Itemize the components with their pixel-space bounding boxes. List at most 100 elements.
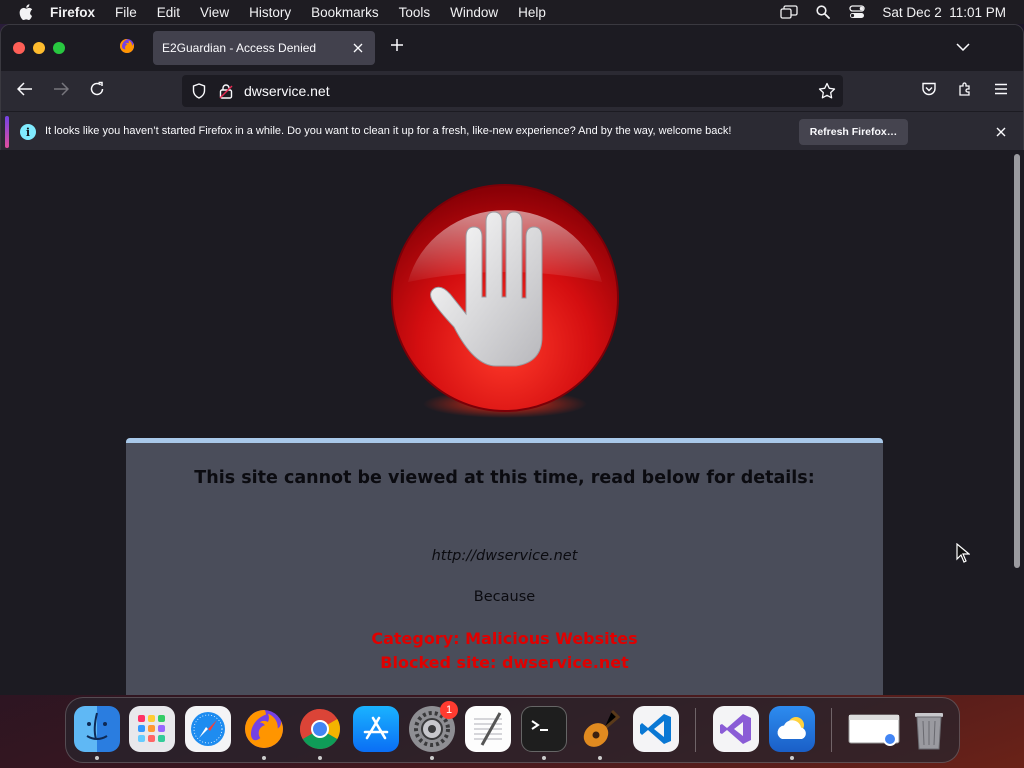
window-thumbnail-icon xyxy=(848,714,900,746)
menubar-clock[interactable]: Sat Dec 2 11:01 PM xyxy=(882,5,1006,20)
menu-tools[interactable]: Tools xyxy=(399,5,431,20)
tab-bar: E2Guardian - Access Denied xyxy=(1,25,1023,71)
launchpad-icon xyxy=(138,715,165,742)
shield-icon[interactable] xyxy=(190,82,208,100)
app-store-icon xyxy=(363,716,389,740)
url-text[interactable]: dwservice.net xyxy=(244,83,330,99)
vscode-icon xyxy=(640,714,671,744)
page-content: This site cannot be viewed at this time,… xyxy=(0,150,1010,695)
page-title: This site cannot be viewed at this time,… xyxy=(194,468,815,488)
dock-launchpad[interactable] xyxy=(129,706,175,752)
hamburger-menu-icon xyxy=(994,82,1008,100)
block-category: Category: Malicious Websites xyxy=(371,629,638,648)
navigation-toolbar: dwservice.net xyxy=(1,71,1023,111)
close-notification-icon[interactable] xyxy=(993,124,1009,140)
notification-bar: i It looks like you haven’t started Fire… xyxy=(1,111,1023,151)
plus-icon xyxy=(390,38,404,57)
dock-app-store[interactable] xyxy=(353,706,399,752)
scrollbar-thumb[interactable] xyxy=(1014,154,1020,568)
blocked-url: http://dwservice.net xyxy=(431,548,578,564)
dock-weather[interactable] xyxy=(769,706,815,752)
block-details-panel: This site cannot be viewed at this time,… xyxy=(126,438,883,695)
page-scrollbar[interactable] xyxy=(1010,150,1024,695)
screen-mirroring-icon[interactable] xyxy=(780,5,799,19)
chrome-icon xyxy=(300,709,340,749)
trash-icon xyxy=(915,713,943,750)
firefox-icon xyxy=(119,38,135,59)
because-label: Because xyxy=(473,589,536,605)
pinned-tab-firefox[interactable] xyxy=(111,33,143,63)
firefox-icon xyxy=(245,710,283,748)
dock: 1 xyxy=(65,697,960,763)
dock-firefox[interactable] xyxy=(241,706,287,752)
dock-visual-studio[interactable] xyxy=(713,706,759,752)
dock-garageband[interactable] xyxy=(577,706,623,752)
running-indicator xyxy=(542,756,546,760)
visual-studio-icon xyxy=(720,714,751,744)
forward-button[interactable] xyxy=(49,79,73,103)
menu-history[interactable]: History xyxy=(249,5,291,20)
new-tab-button[interactable] xyxy=(387,37,407,57)
reload-icon xyxy=(89,81,105,102)
bookmark-star-icon[interactable] xyxy=(817,81,837,101)
pocket-icon xyxy=(921,81,937,102)
menu-app-name[interactable]: Firefox xyxy=(50,5,95,20)
dock-trash[interactable] xyxy=(906,706,952,752)
textedit-icon xyxy=(474,712,502,746)
running-indicator xyxy=(430,756,434,760)
running-indicator xyxy=(95,756,99,760)
lock-icon[interactable] xyxy=(218,82,234,100)
menu-help[interactable]: Help xyxy=(518,5,546,20)
refresh-firefox-button[interactable]: Refresh Firefox… xyxy=(799,119,908,145)
dock-separator xyxy=(695,708,696,752)
back-button[interactable] xyxy=(13,79,37,103)
stop-hand-icon xyxy=(388,182,622,422)
mouse-pointer-icon xyxy=(956,542,971,563)
dock-finder[interactable] xyxy=(74,706,120,752)
spotlight-search-icon[interactable] xyxy=(814,5,832,19)
menu-bar: Firefox File Edit View History Bookmarks… xyxy=(0,0,1024,24)
close-tab-icon[interactable] xyxy=(350,40,366,56)
close-window-button[interactable] xyxy=(13,42,25,54)
menu-edit[interactable]: Edit xyxy=(157,5,180,20)
dock-separator xyxy=(831,708,832,752)
safari-compass-icon xyxy=(191,712,225,746)
menu-file[interactable]: File xyxy=(115,5,137,20)
terminal-icon xyxy=(531,720,548,731)
menu-window[interactable]: Window xyxy=(450,5,498,20)
info-icon: i xyxy=(20,124,36,140)
dock-safari[interactable] xyxy=(185,706,231,752)
dock-terminal[interactable] xyxy=(521,706,567,752)
arrow-left-icon xyxy=(16,81,33,101)
dock-chrome-window[interactable] xyxy=(847,706,901,752)
zoom-window-button[interactable] xyxy=(53,42,65,54)
address-bar[interactable]: dwservice.net xyxy=(182,75,843,107)
finder-icon xyxy=(86,712,108,740)
running-indicator xyxy=(318,756,322,760)
menu-view[interactable]: View xyxy=(200,5,229,20)
tab-title: E2Guardian - Access Denied xyxy=(162,41,317,55)
chevron-down-icon xyxy=(956,38,970,56)
menu-bookmarks[interactable]: Bookmarks xyxy=(311,5,379,20)
apple-logo-icon[interactable] xyxy=(16,2,36,22)
reload-button[interactable] xyxy=(85,79,109,103)
puzzle-piece-icon xyxy=(957,81,973,102)
dock-textedit[interactable] xyxy=(465,706,511,752)
arrow-right-icon xyxy=(53,81,70,101)
tab-active[interactable]: E2Guardian - Access Denied xyxy=(153,31,375,65)
notification-badge: 1 xyxy=(440,701,458,719)
blocked-site: Blocked site: dwservice.net xyxy=(380,653,629,672)
weather-cloud-icon xyxy=(777,717,806,739)
dock-chrome[interactable] xyxy=(297,706,343,752)
notification-message: It looks like you haven’t started Firefo… xyxy=(45,125,732,137)
running-indicator xyxy=(262,756,266,760)
extensions-button[interactable] xyxy=(953,79,977,103)
guitar-icon xyxy=(583,709,621,747)
pocket-button[interactable] xyxy=(917,79,941,103)
running-indicator xyxy=(790,756,794,760)
minimize-window-button[interactable] xyxy=(33,42,45,54)
app-menu-button[interactable] xyxy=(989,79,1013,103)
dock-vscode[interactable] xyxy=(633,706,679,752)
list-all-tabs-button[interactable] xyxy=(953,37,973,57)
control-center-icon[interactable] xyxy=(848,5,866,19)
